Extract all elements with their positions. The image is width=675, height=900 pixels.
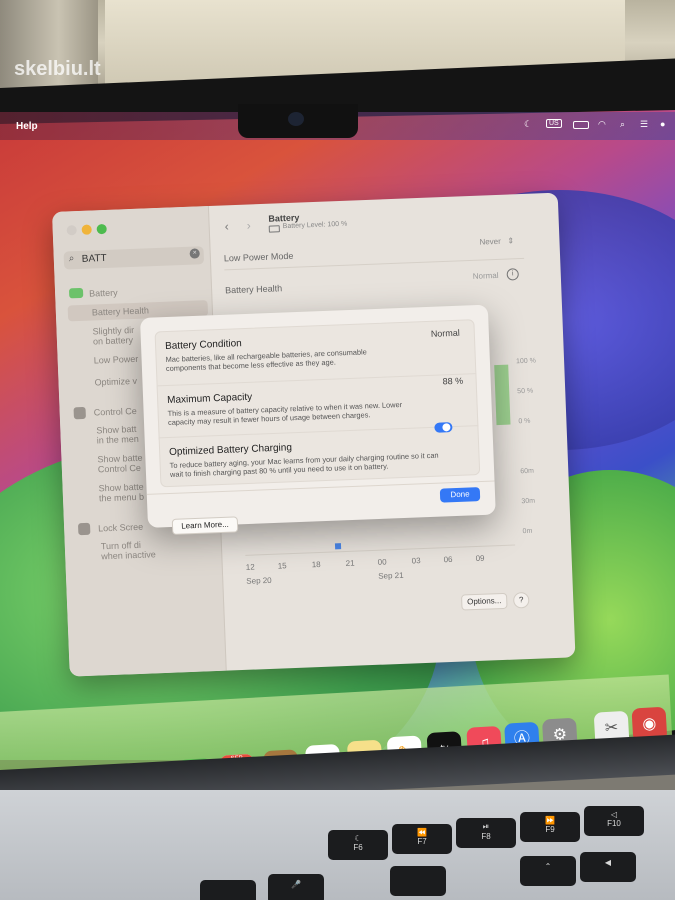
- zoom-window-button[interactable]: [96, 223, 107, 235]
- sidebar-item-lock-screen[interactable]: Lock Scree: [98, 522, 143, 534]
- sidebar-subitem[interactable]: in the men: [97, 434, 139, 446]
- search-icon[interactable]: ⌕: [620, 119, 625, 130]
- menu-help[interactable]: Help: [16, 121, 38, 132]
- chart-axis-label: 60m: [520, 467, 535, 476]
- key-label: F9: [545, 825, 555, 834]
- low-power-mode-label: Low Power Mode: [223, 250, 294, 264]
- close-window-button[interactable]: [66, 225, 77, 236]
- key[interactable]: ◀: [580, 852, 636, 882]
- sidebar-subitem[interactable]: the menu b: [99, 492, 144, 504]
- chart-x-tick: 15: [277, 561, 287, 571]
- key[interactable]: [200, 880, 256, 900]
- lock-screen-settings-icon: [77, 522, 91, 536]
- key[interactable]: ⌃: [520, 856, 576, 886]
- sidebar-subitem[interactable]: Control Ce: [98, 463, 141, 475]
- low-power-mode-select[interactable]: Never: [479, 237, 501, 247]
- battery-icon[interactable]: [573, 121, 589, 129]
- chart-x-tick: 00: [377, 557, 387, 567]
- chevron-updown-icon: ⇕: [507, 236, 515, 246]
- sidebar-item-control-center[interactable]: Control Ce: [94, 406, 137, 418]
- sidebar-subitem[interactable]: Low Power: [94, 354, 139, 366]
- battery-level-icon: [268, 225, 280, 233]
- sidebar-subitem[interactable]: on battery: [93, 335, 133, 347]
- maximum-capacity-value: 88 %: [442, 375, 464, 387]
- info-icon[interactable]: i: [506, 268, 519, 281]
- key-f8[interactable]: ⏯ F8: [456, 818, 516, 848]
- battery-health-label: Battery Health: [224, 283, 283, 296]
- chart-x-tick: 18: [311, 559, 321, 570]
- battery-health-value: Normal: [472, 270, 499, 281]
- key-f7[interactable]: ⏪ F7: [392, 824, 452, 854]
- search-icon: ⌕: [68, 253, 75, 265]
- sidebar-subitem[interactable]: when inactive: [101, 549, 156, 561]
- chart-date-label: Sep 21: [378, 570, 404, 581]
- search-input[interactable]: BATT: [82, 253, 107, 265]
- chart-x-tick: 03: [411, 556, 421, 566]
- sidebar-item-battery[interactable]: Battery: [89, 288, 118, 299]
- chart-x-tick: 06: [443, 554, 453, 565]
- battery-level-bar: [494, 364, 511, 426]
- chart-x-tick: 12: [245, 562, 255, 572]
- back-button[interactable]: ‹: [224, 219, 229, 233]
- battery-health-dialog: Battery Condition Normal Mac batteries, …: [140, 304, 496, 535]
- chart-axis-label: 0 %: [518, 417, 531, 426]
- key-f9[interactable]: ⏩ F9: [520, 812, 580, 842]
- chart-axis-label: 0m: [522, 527, 533, 536]
- key[interactable]: [390, 866, 446, 896]
- chart-x-tick: 21: [345, 558, 355, 568]
- chart-x-tick: 09: [475, 553, 485, 563]
- help-button[interactable]: ?: [512, 591, 530, 609]
- chart-axis-label: 100 %: [515, 357, 537, 366]
- key-f6[interactable]: ☾ F6: [328, 830, 388, 860]
- control-center-icon[interactable]: ☰: [640, 119, 648, 130]
- chart-axis-label: 30m: [521, 497, 536, 506]
- minimize-window-button[interactable]: [81, 224, 92, 235]
- wifi-icon[interactable]: ◠: [598, 119, 606, 130]
- key-label: F10: [607, 819, 621, 828]
- battery-condition-value: Normal: [430, 327, 461, 339]
- chart-axis-label: 50 %: [517, 387, 534, 396]
- forward-button[interactable]: ›: [246, 218, 251, 232]
- key-label: F8: [481, 832, 491, 841]
- key-label: F6: [353, 843, 363, 852]
- control-center-settings-icon: [73, 406, 86, 420]
- input-source-indicator[interactable]: US: [546, 119, 562, 128]
- battery-level-text: Battery Level: 100 %: [282, 220, 348, 231]
- camera-icon: [288, 112, 304, 126]
- key-f10[interactable]: ◁ F10: [584, 806, 644, 836]
- battery-settings-icon: [68, 287, 84, 299]
- chart-date-label: Sep 20: [246, 575, 272, 586]
- keyboard-deck: ☾ F6 ⏪ F7 ⏯ F8 ⏩ F9 ◁ F10 🎤 ⌃ ◀: [0, 790, 675, 900]
- watermark: skelbiu.lt: [14, 58, 101, 80]
- usage-bar: [334, 543, 342, 550]
- sidebar-subitem[interactable]: Optimize v: [94, 376, 137, 388]
- photo-scene: skelbiu.lt Help ☾ US ◠ ⌕ ☰ ● ⌕ BATT × Ba…: [0, 0, 675, 900]
- key[interactable]: 🎤: [268, 874, 324, 900]
- key-label: F7: [417, 837, 427, 846]
- learn-more-button[interactable]: Learn More...: [171, 516, 239, 535]
- done-button[interactable]: Done: [439, 487, 481, 503]
- moon-icon[interactable]: ☾: [524, 119, 532, 130]
- siri-icon[interactable]: ●: [660, 119, 665, 129]
- options-button[interactable]: Options...: [460, 592, 508, 611]
